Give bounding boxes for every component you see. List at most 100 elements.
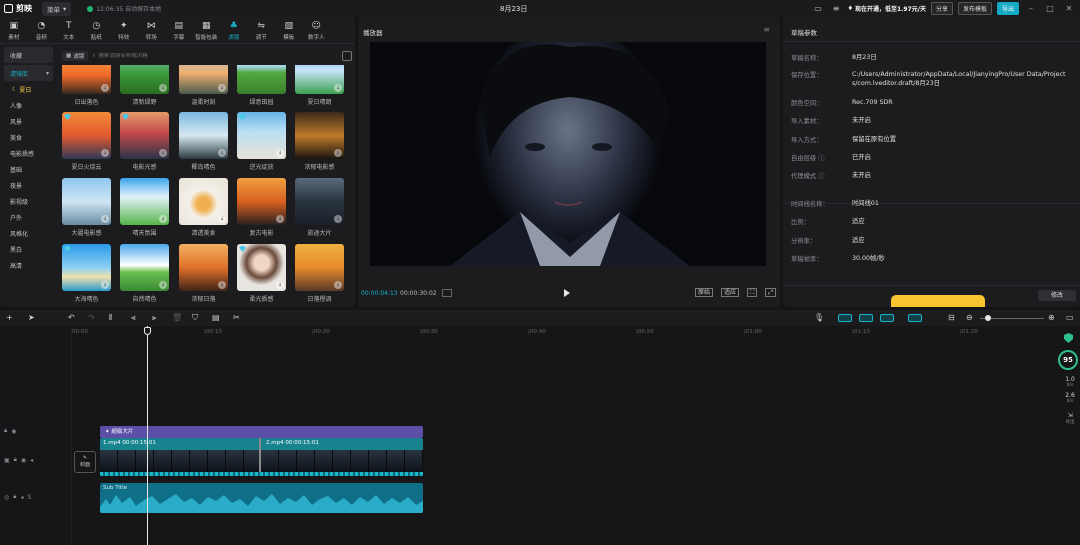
playhead[interactable] <box>147 326 148 545</box>
more-icon[interactable]: ▭ <box>1066 313 1074 323</box>
tab-filter[interactable]: ♣ 滤镜 <box>220 19 248 42</box>
nav-collect[interactable]: 收藏 <box>4 47 53 63</box>
more-icon[interactable]: ≡ <box>830 2 843 15</box>
filter-card[interactable]: ↓ 柔光质感 <box>237 244 286 303</box>
layout-icon[interactable]: ▭ <box>812 2 825 15</box>
lock-icon[interactable]: 🔒︎ <box>14 456 17 464</box>
split-left-icon[interactable]: ⫷ <box>131 313 136 323</box>
tab-effects[interactable]: ✦ 特效 <box>110 19 138 42</box>
nav-item-film[interactable]: 电影质感 <box>0 145 57 161</box>
video-clip-track[interactable]: 1.mp4 00:00:15:01 2.mp4 00:00:15:01 <box>100 438 423 476</box>
audio-icon[interactable]: ◎ <box>4 494 9 501</box>
nav-library[interactable]: 滤镜库 ▾ <box>4 65 53 81</box>
smart-cut-icon[interactable]: ✂ <box>233 313 240 323</box>
filter-card[interactable]: ↓ 自然晴色 <box>120 244 169 303</box>
playhead-handle[interactable] <box>144 327 151 335</box>
zoom-out-icon[interactable]: ⊖ <box>966 313 973 323</box>
microphone-icon[interactable]: 🎙 <box>814 313 824 323</box>
grid-toggle-icon[interactable] <box>442 289 452 297</box>
close-icon[interactable]: ✕ <box>1062 4 1076 13</box>
effect-clip[interactable]: ✦ 超级大片 <box>100 426 423 438</box>
link-toggle-icon[interactable] <box>838 314 852 322</box>
nav-item-scenery[interactable]: 风景 <box>0 113 57 129</box>
tab-smart-pack[interactable]: ▦ 智能包装 <box>193 19 221 42</box>
solo-icon[interactable]: S <box>27 494 31 501</box>
nav-item-bw[interactable]: 黑白 <box>0 241 57 257</box>
main-track-icon[interactable] <box>908 314 922 322</box>
video-preview[interactable] <box>370 42 766 266</box>
filter-card[interactable]: ↓ 浓郁日落 <box>179 244 228 303</box>
nav-item-hd[interactable]: 高清 <box>0 257 57 273</box>
modify-button[interactable]: 修改 <box>1038 290 1076 301</box>
tab-digital-human[interactable]: ☺ 数字人 <box>303 19 331 42</box>
filter-card[interactable]: ↓ 夏日火烧云 <box>62 112 111 171</box>
mute-icon[interactable]: ◂ <box>20 494 23 501</box>
tab-text[interactable]: T 文本 <box>55 19 83 42</box>
minimize-icon[interactable]: – <box>1024 4 1038 13</box>
lock-icon[interactable]: 🔒︎ <box>13 493 16 501</box>
nav-item-portrait[interactable]: 人像 <box>0 97 57 113</box>
redo-icon[interactable]: ↷ <box>88 313 95 323</box>
filter-card[interactable]: ↓ 温柔时刻 <box>179 65 228 106</box>
select-tool-icon[interactable]: ➤ <box>28 313 35 323</box>
filter-card[interactable]: ↓ 椰岛晴色 <box>179 112 228 171</box>
fit-timeline-icon[interactable]: ⊟ <box>948 313 955 323</box>
marker-icon[interactable]: ⛉ <box>192 313 198 323</box>
audio-clip[interactable]: Sub Title <box>100 483 423 513</box>
nav-item-stylized[interactable]: 风格化 <box>0 225 57 241</box>
time-ruler[interactable]: 00:00 |00:10 |00:20 |00:30 |00:40 |00:50… <box>72 326 1048 338</box>
filter-card[interactable]: ↓ 日出落色 <box>62 65 111 106</box>
tab-media[interactable]: ▣ 素材 <box>0 19 28 42</box>
filter-card[interactable]: ↓ 晴天氛围 <box>120 178 169 237</box>
tab-subtitle[interactable]: ▤ 字幕 <box>165 19 193 42</box>
filter-card[interactable]: ↓ 复古电影 <box>237 178 286 237</box>
cover-button[interactable]: ✎ 封面 <box>74 451 96 473</box>
side-export[interactable]: ⇲ 导出 <box>1062 412 1078 425</box>
undo-icon[interactable]: ↶ <box>68 313 75 323</box>
split-right-icon[interactable]: ⫸ <box>152 313 157 323</box>
menu-icon[interactable]: ≡ <box>763 25 770 34</box>
fit-button[interactable]: 适应 <box>720 288 739 297</box>
filter-card[interactable]: ↓ 大疆电影感 <box>62 178 111 237</box>
zoom-in-icon[interactable]: ⊕ <box>1048 313 1055 323</box>
filter-card[interactable]: ↓ 浓郁电影感 <box>295 112 344 171</box>
menu-button[interactable]: 菜单 ▾ <box>42 1 72 16</box>
zoom-slider-knob[interactable] <box>985 315 991 321</box>
tab-transition[interactable]: ⋈ 转场 <box>138 19 166 42</box>
promo-tooltip[interactable] <box>891 295 985 307</box>
tab-adjust[interactable]: ⇋ 调节 <box>248 19 276 42</box>
filter-card[interactable]: 绿意田园 <box>237 65 286 106</box>
add-track-icon[interactable]: + <box>6 313 13 323</box>
crop-icon[interactable]: ⛶ <box>746 288 758 297</box>
nav-item-basic[interactable]: 基础 <box>0 161 57 177</box>
nav-item-outdoor[interactable]: 户外 <box>0 209 57 225</box>
tab-sticker[interactable]: ◷ 贴纸 <box>83 19 111 42</box>
subtitle-edit-icon[interactable]: ▤ <box>212 313 220 323</box>
share-button[interactable]: 分享 <box>930 2 953 15</box>
quality-score[interactable]: 95 <box>1058 350 1078 370</box>
mute-icon[interactable]: ◂ <box>30 457 33 464</box>
delete-icon[interactable]: 🗑 <box>172 313 182 323</box>
eye-icon[interactable]: ◉ <box>11 428 16 435</box>
tab-audio[interactable]: ◔ 音频 <box>28 19 56 42</box>
filter-card[interactable]: ↓ 清新绿野 <box>120 65 169 106</box>
maximize-icon[interactable]: □ <box>1043 4 1057 13</box>
membership-promo[interactable]: ♦ 现在开通，低至1.97元/天 <box>848 4 926 13</box>
nav-item-cinema[interactable]: 影视级 <box>0 193 57 209</box>
nav-item-food[interactable]: 美食 <box>0 129 57 145</box>
nav-item-night[interactable]: 夜景 <box>0 177 57 193</box>
lock-icon[interactable]: ▣ <box>4 457 10 464</box>
fullscreen-icon[interactable]: ⤢ <box>765 288 776 297</box>
library-dropdown[interactable]: ▦ 滤镜 <box>62 51 89 61</box>
filter-card[interactable]: ↓ 旅途大片 <box>295 178 344 237</box>
publish-template-button[interactable]: 发布模板 <box>957 2 992 15</box>
filter-card[interactable]: ↓ 日落橙调 <box>295 244 344 303</box>
filter-card[interactable]: ↓ 大海晴色 <box>62 244 111 303</box>
ratio-button[interactable]: 原始 <box>694 288 713 297</box>
nav-item-summer[interactable]: ☾ 夏日 <box>0 81 57 97</box>
play-icon[interactable] <box>564 289 570 297</box>
tab-template[interactable]: ▧ 模板 <box>275 19 303 42</box>
export-button[interactable]: 导出 <box>996 2 1019 15</box>
snap-toggle-icon[interactable] <box>859 314 873 322</box>
split-icon[interactable]: ⫴ <box>109 313 112 323</box>
